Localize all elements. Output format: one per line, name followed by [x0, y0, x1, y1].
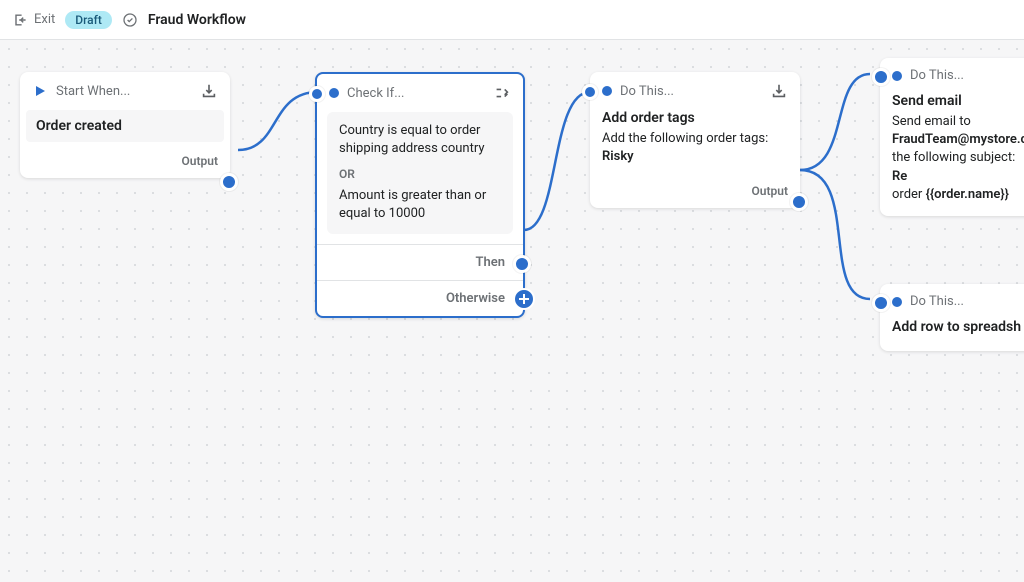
action-title: Send email: [892, 93, 1024, 109]
output-port[interactable]: [220, 173, 238, 191]
node-header-label: Check If...: [347, 86, 404, 101]
node-header: Do This...: [880, 58, 1024, 93]
exit-icon: [12, 12, 28, 28]
status-check-icon: [122, 12, 138, 28]
action-dot-icon: [602, 86, 612, 96]
condition-dot-icon: [329, 88, 339, 98]
workflow-title: Fraud Workflow: [148, 12, 246, 28]
node-header: Check If...: [317, 74, 523, 112]
action-description: Send email to FraudTeam@mystore.c the fo…: [892, 113, 1024, 204]
otherwise-label: Otherwise: [317, 280, 523, 316]
output-label: Output: [20, 148, 230, 178]
exit-button[interactable]: Exit: [12, 12, 55, 28]
exit-label: Exit: [34, 12, 55, 27]
trigger-node[interactable]: Start When... Order created Output: [20, 72, 230, 178]
then-port[interactable]: [513, 255, 531, 273]
top-bar: Exit Draft Fraud Workflow: [0, 0, 1024, 40]
input-port[interactable]: [872, 294, 890, 312]
input-port[interactable]: [309, 86, 325, 102]
node-header-label: Start When...: [56, 84, 130, 99]
action-title: Add row to spreadsh: [892, 319, 1024, 335]
node-header-label: Do This...: [620, 84, 674, 99]
condition-rules[interactable]: Country is equal to order shipping addre…: [327, 112, 513, 234]
action-description: Add the following order tags: Risky: [602, 130, 788, 166]
input-port[interactable]: [872, 68, 890, 86]
node-header: Do This...: [880, 284, 1024, 319]
import-icon[interactable]: [200, 82, 218, 100]
condition-rule: Country is equal to order shipping addre…: [339, 122, 501, 158]
node-header: Do This...: [590, 72, 800, 110]
action-node-send-email[interactable]: Do This... Send email Send email to Frau…: [880, 58, 1024, 216]
node-header-label: Do This...: [910, 294, 964, 309]
action-title: Add order tags: [602, 110, 788, 126]
action-dot-icon: [892, 71, 902, 81]
action-dot-icon: [892, 297, 902, 307]
trigger-event[interactable]: Order created: [26, 110, 224, 142]
output-port[interactable]: [790, 193, 808, 211]
then-label: Then: [317, 244, 523, 280]
draft-badge: Draft: [65, 11, 112, 29]
condition-or: OR: [339, 166, 501, 183]
condition-node[interactable]: Check If... Country is equal to order sh…: [315, 72, 525, 318]
play-icon: [32, 83, 48, 99]
output-label: Output: [590, 178, 800, 208]
add-branch-button[interactable]: [513, 288, 535, 310]
node-header-label: Do This...: [910, 68, 964, 83]
action-node-spreadsheet[interactable]: Do This... Add row to spreadsh: [880, 284, 1024, 351]
action-node-add-tags[interactable]: Do This... Add order tags Add the follow…: [590, 72, 800, 208]
import-icon[interactable]: [770, 82, 788, 100]
input-port[interactable]: [582, 84, 598, 100]
condition-rule: Amount is greater than or equal to 10000: [339, 187, 501, 223]
branch-icon[interactable]: [493, 84, 511, 102]
node-header: Start When...: [20, 72, 230, 110]
workflow-canvas[interactable]: Start When... Order created Output Check…: [0, 40, 1024, 582]
